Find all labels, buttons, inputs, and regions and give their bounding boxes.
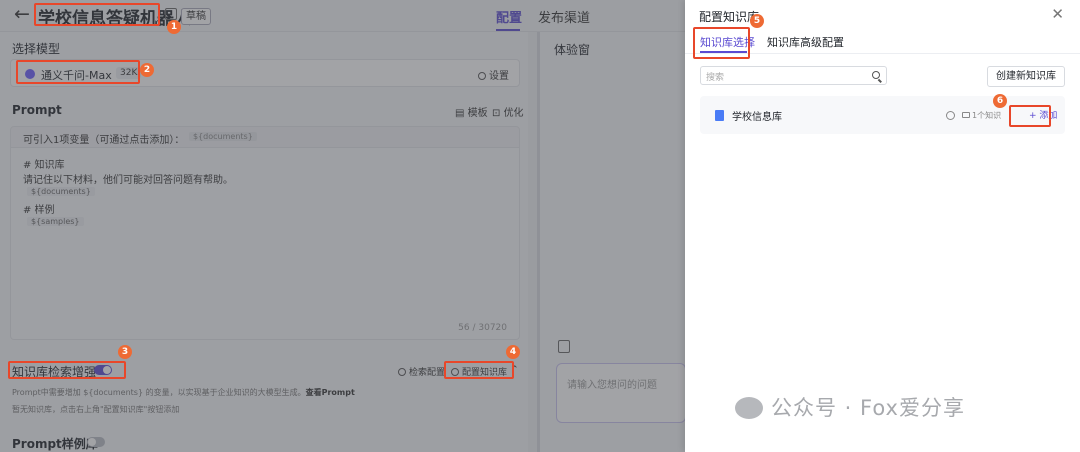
annotation-box-3 (8, 361, 126, 379)
document-icon (715, 110, 724, 121)
folder-icon (962, 112, 970, 118)
annotation-box-1 (34, 3, 160, 26)
wechat-icon (735, 397, 763, 419)
annotation-badge: 4 (506, 345, 520, 359)
annotation-badge: 6 (993, 94, 1007, 108)
create-kb-button[interactable]: 创建新知识库 (987, 66, 1065, 87)
close-icon[interactable]: ✕ (1051, 5, 1064, 23)
watermark-text: 公众号 · Fox爱分享 (771, 396, 965, 420)
annotation-box-2 (16, 60, 140, 84)
preview-icon[interactable] (946, 111, 955, 120)
annotation-box-5 (693, 27, 750, 59)
annotation-badge: 1 (167, 20, 181, 34)
annotation-badge: 2 (140, 63, 154, 77)
kb-meta: 1个知识 (962, 110, 1001, 121)
kb-name: 学校信息库 (732, 112, 782, 123)
annotation-badge: 5 (750, 14, 764, 28)
search-placeholder: 搜索 (706, 73, 725, 83)
annotation-badge: 3 (118, 345, 132, 359)
search-icon[interactable] (872, 71, 880, 79)
annotation-box-4 (444, 361, 514, 379)
config-kb-drawer: 配置知识库 ✕ 知识库选择 知识库高级配置 搜索 创建新知识库 学校信息库 1个… (685, 0, 1080, 452)
watermark: 公众号 · Fox爱分享 (735, 392, 965, 422)
kb-search-input[interactable]: 搜索 (700, 66, 887, 85)
annotation-box-6 (1009, 105, 1051, 127)
tab-kb-advanced[interactable]: 知识库高级配置 (767, 34, 844, 50)
kb-count: 1个知识 (972, 111, 1002, 120)
